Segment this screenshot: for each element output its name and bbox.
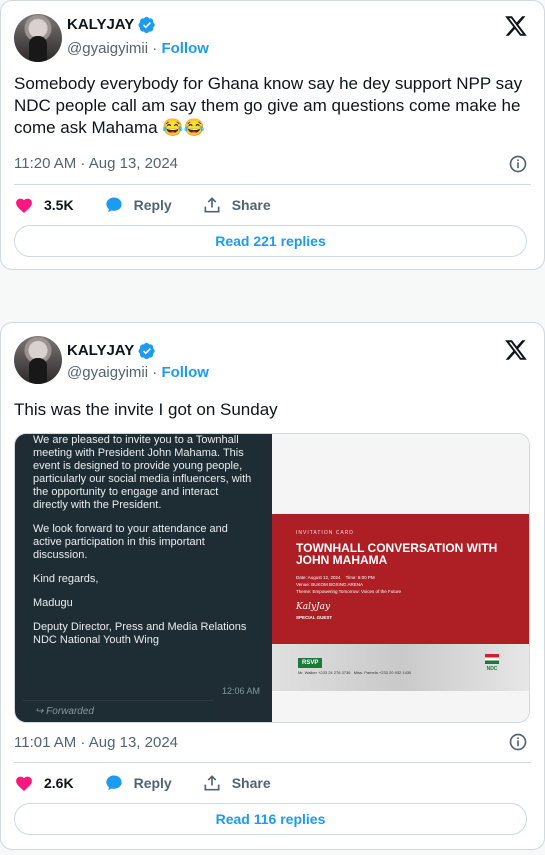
reply-label: Reply xyxy=(133,775,172,791)
contact-1: Mr. Walker +233 24 276 3736 xyxy=(298,670,351,675)
x-logo-icon[interactable] xyxy=(504,338,528,362)
author-handle[interactable]: @gyaigyimii xyxy=(67,364,148,381)
tweet-card-2: KALYJAY @gyaigyimii · Follow This was th… xyxy=(0,322,545,850)
tweet-timestamp[interactable]: 11:01 AM · Aug 13, 2024 xyxy=(14,733,178,753)
like-button[interactable]: 2.6K xyxy=(14,773,74,793)
avatar[interactable] xyxy=(14,14,62,62)
share-icon xyxy=(204,197,220,213)
contact-2: Miss. Pamela +233 20 932 1430 xyxy=(353,670,412,675)
invite-guest: SPECIAL GUEST xyxy=(296,615,333,620)
ndc-logo: NDC xyxy=(485,654,499,672)
invite-date: Date: August 12, 2024 xyxy=(296,575,341,580)
invite-signature: KalyJay xyxy=(296,602,331,612)
invitation-image[interactable]: INVITATION CARD TOWNHALL CONVERSATION WI… xyxy=(272,434,529,722)
tweet-card-1: KALYJAY @gyaigyimii · Follow Somebody ev… xyxy=(0,0,545,270)
ndc-text: NDC xyxy=(486,666,498,672)
tweet-actions: 3.5K Reply Share xyxy=(14,195,531,215)
tweet-text: This was the invite I got on Sunday xyxy=(14,400,278,419)
invite-venue: Venue: BUKOM BOXING ARENA xyxy=(296,582,364,587)
author-handle-row: @gyaigyimii · Follow xyxy=(67,39,209,59)
verified-badge-icon xyxy=(138,342,155,360)
info-icon[interactable] xyxy=(508,732,528,752)
x-logo-icon[interactable] xyxy=(504,14,528,38)
tweet-media[interactable]: We are pleased to invite you to a Townha… xyxy=(14,433,530,723)
invite-title: TOWNHALL CONVERSATION WITH JOHN MAHAMA xyxy=(296,541,498,567)
ndc-flag-icon xyxy=(485,654,499,664)
invite-kicker: INVITATION CARD xyxy=(296,530,354,536)
reply-label: Reply xyxy=(133,197,172,213)
author-name-text[interactable]: KALYJAY xyxy=(67,341,134,361)
author-handle[interactable]: @gyaigyimii xyxy=(67,40,148,57)
heart-icon xyxy=(16,776,32,791)
chat-time: 12:06 AM xyxy=(221,686,260,696)
follow-link[interactable]: Follow xyxy=(161,364,209,381)
tweet-text: Somebody everybody for Ghana know say he… xyxy=(14,74,523,137)
chat-paragraph: Deputy Director, Press and Media Relatio… xyxy=(33,621,247,646)
like-count: 3.5K xyxy=(44,197,74,213)
like-button[interactable]: 3.5K xyxy=(14,195,74,215)
forwarded-label: ↪ Forwarded xyxy=(23,700,213,722)
share-label: Share xyxy=(231,775,271,791)
read-replies-button[interactable]: Read 116 replies xyxy=(14,803,527,835)
chat-paragraph: Kind regards, xyxy=(33,573,99,585)
divider xyxy=(14,762,531,763)
chat-paragraph: We are pleased to invite you to a Townha… xyxy=(33,434,252,511)
avatar[interactable] xyxy=(14,336,62,384)
divider xyxy=(14,184,531,185)
verified-badge-icon xyxy=(138,16,155,34)
author-name[interactable]: KALYJAY xyxy=(67,15,156,35)
author-name[interactable]: KALYJAY xyxy=(67,341,156,361)
share-button[interactable]: Share xyxy=(202,773,271,793)
invite-contacts: Mr. Walker +233 24 276 3736 Miss. Pamela… xyxy=(298,670,411,675)
separator: · xyxy=(148,364,162,381)
invitation-card: INVITATION CARD TOWNHALL CONVERSATION WI… xyxy=(272,514,529,644)
tweet-timestamp[interactable]: 11:20 AM · Aug 13, 2024 xyxy=(14,154,178,174)
follow-link[interactable]: Follow xyxy=(161,40,209,57)
reply-bubble-icon xyxy=(105,197,122,213)
invite-time: Time: 6:00 PM xyxy=(345,575,375,580)
heart-icon xyxy=(16,198,32,213)
read-replies-button[interactable]: Read 221 replies xyxy=(14,225,527,257)
rsvp-label: RSVP xyxy=(298,658,323,668)
chat-message: We are pleased to invite you to a Townha… xyxy=(23,434,262,694)
share-label: Share xyxy=(231,197,271,213)
chat-paragraph: We look forward to your attendance and a… xyxy=(33,523,228,561)
reply-button[interactable]: Reply xyxy=(104,195,172,215)
invite-theme: Theme: Empowering Tomorrow: Voices of th… xyxy=(296,589,401,594)
invite-meta: Date: August 12, 2024 Time: 6:00 PM Venu… xyxy=(296,574,505,595)
info-icon[interactable] xyxy=(508,154,528,174)
separator: · xyxy=(148,40,162,57)
like-count: 2.6K xyxy=(44,775,74,791)
chat-paragraph: Madugu xyxy=(33,597,73,609)
reply-button[interactable]: Reply xyxy=(104,773,172,793)
tweet-actions: 2.6K Reply Share xyxy=(14,773,531,793)
author-name-text[interactable]: KALYJAY xyxy=(67,15,134,35)
share-button[interactable]: Share xyxy=(202,195,271,215)
reply-bubble-icon xyxy=(105,775,122,791)
whatsapp-screenshot[interactable]: We are pleased to invite you to a Townha… xyxy=(15,434,272,722)
author-handle-row: @gyaigyimii · Follow xyxy=(67,363,209,383)
forwarded-text: Forwarded xyxy=(46,706,94,717)
share-icon xyxy=(204,775,220,791)
invite-footer: RSVP Mr. Walker +233 24 276 3736 Miss. P… xyxy=(272,644,529,691)
